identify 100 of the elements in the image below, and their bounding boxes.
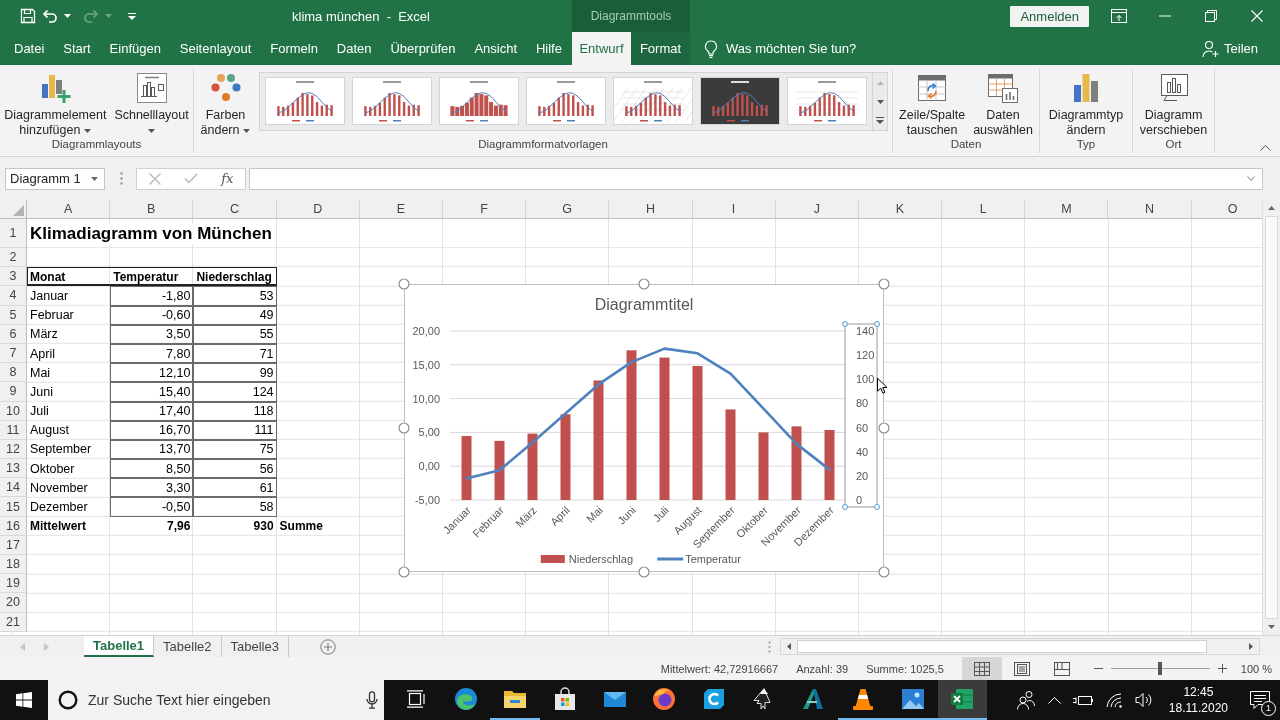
view-button[interactable]: [961, 657, 1002, 680]
line-caret-icon[interactable]: [128, 12, 136, 20]
vertical-dots-icon[interactable]: [768, 640, 771, 653]
close-icon[interactable]: [1251, 10, 1263, 22]
add-sheet-icon[interactable]: [319, 638, 336, 655]
zoom-in-icon[interactable]: [1217, 664, 1227, 673]
row-header[interactable]: 9: [0, 382, 27, 402]
ribbon-tab[interactable]: Formeln: [262, 32, 326, 65]
microphone-icon[interactable]: [366, 691, 378, 709]
chart-style-thumbnail[interactable]: [613, 77, 694, 125]
zoom-level[interactable]: 100 %: [1240, 662, 1272, 675]
column-header[interactable]: O: [1191, 200, 1262, 219]
row-header[interactable]: 8: [0, 363, 27, 383]
scroll-down-icon[interactable]: [1268, 625, 1275, 629]
resize-handle-icon[interactable]: [878, 422, 890, 434]
change-chart-type-button[interactable]: Diagrammtyp ändern: [1045, 71, 1127, 138]
sign-in-button[interactable]: Anmelden: [1010, 5, 1089, 27]
horizontal-scrollbar[interactable]: [780, 638, 1260, 655]
column-header[interactable]: B: [110, 200, 194, 219]
ribbon-tab[interactable]: Einfügen: [101, 32, 169, 65]
row-header[interactable]: 13: [0, 459, 27, 479]
column-header[interactable]: F: [442, 200, 527, 219]
row-header[interactable]: 2: [0, 248, 27, 268]
ribbon-tab[interactable]: Seitenlayout: [171, 32, 260, 65]
chevron-up-icon[interactable]: [1260, 145, 1271, 151]
row-header[interactable]: 20: [0, 593, 27, 613]
switch-row-column-button[interactable]: Zeile/Spalte tauschen: [896, 71, 969, 138]
column-header[interactable]: C: [193, 200, 277, 219]
resize-handle-icon[interactable]: [878, 278, 890, 290]
people-icon[interactable]: [1015, 690, 1036, 710]
ribbon-tab[interactable]: Format: [631, 32, 690, 65]
vertical-scrollbar[interactable]: [1262, 200, 1280, 635]
chart-style-thumbnail[interactable]: [526, 77, 607, 125]
resize-handle-icon[interactable]: [398, 278, 410, 290]
ribbon-tab[interactable]: Hilfe: [527, 32, 570, 65]
ribbon-tab[interactable]: Ansicht: [466, 32, 526, 65]
speaker-icon[interactable]: [1134, 692, 1153, 708]
windows-logo-icon[interactable]: [16, 692, 32, 708]
chart-style-thumbnail[interactable]: [700, 77, 781, 125]
scroll-left-icon[interactable]: [787, 643, 791, 650]
caret-icon[interactable]: [91, 176, 98, 181]
clock-time[interactable]: 12:45: [1183, 684, 1214, 700]
chart-style-thumbnail[interactable]: [352, 77, 433, 125]
row-header[interactable]: 3: [0, 267, 27, 287]
clock-date[interactable]: 18.11.2020: [1168, 700, 1228, 716]
vertical-dots-icon[interactable]: [120, 172, 123, 185]
resize-handle-icon[interactable]: [398, 566, 410, 578]
chart-style-thumbnail[interactable]: [439, 77, 520, 125]
formula-input[interactable]: [249, 167, 1263, 190]
wifi-icon[interactable]: [1104, 692, 1123, 708]
scrollbar-thumb[interactable]: [797, 640, 1207, 653]
scroll-right-icon[interactable]: [1249, 643, 1253, 650]
scroll-down-icon[interactable]: [876, 99, 884, 104]
row-header[interactable]: 14: [0, 478, 27, 498]
column-header[interactable]: G: [526, 200, 610, 219]
row-header[interactable]: 4: [0, 286, 27, 306]
search-bar[interactable]: Zur Suche Text hier eingeben: [48, 680, 384, 720]
column-header[interactable]: K: [858, 200, 943, 219]
battery-icon[interactable]: [1072, 694, 1093, 706]
row-header[interactable]: 19: [0, 574, 27, 594]
column-header[interactable]: N: [1108, 200, 1192, 219]
selection-handle-icon[interactable]: [842, 321, 848, 327]
taskbar-button[interactable]: [937, 680, 988, 720]
change-colors-button[interactable]: Farben ändern: [197, 71, 254, 138]
column-header[interactable]: E: [359, 200, 443, 219]
chart-style-thumbnail[interactable]: [787, 77, 868, 125]
selection-handle-icon[interactable]: [874, 321, 880, 327]
column-header[interactable]: J: [775, 200, 859, 219]
resize-handle-icon[interactable]: [638, 278, 650, 290]
select-data-button[interactable]: Daten auswählen: [970, 71, 1036, 138]
column-header[interactable]: A: [27, 200, 111, 219]
ribbon-tab[interactable]: Überprüfen: [382, 32, 464, 65]
restore-icon[interactable]: [1205, 10, 1217, 22]
row-header[interactable]: 1: [0, 219, 27, 248]
save-icon[interactable]: [20, 8, 36, 24]
resize-handle-icon[interactable]: [638, 566, 650, 578]
move-chart-button[interactable]: Diagramm verschieben: [1136, 71, 1211, 138]
line-caret-icon[interactable]: [876, 117, 885, 124]
column-header[interactable]: H: [609, 200, 693, 219]
tell-me-box[interactable]: Was möchten Sie tun?: [704, 39, 857, 58]
notification-icon[interactable]: [1250, 690, 1270, 710]
row-header[interactable]: 18: [0, 555, 27, 575]
scrollbar-thumb[interactable]: [1265, 216, 1278, 619]
row-header[interactable]: 15: [0, 497, 27, 517]
quick-layout-button[interactable]: Schnelllayout: [111, 71, 192, 138]
undo-icon[interactable]: [42, 8, 58, 24]
caret-icon[interactable]: [64, 14, 71, 18]
insert-function-button[interactable]: fx: [221, 171, 234, 186]
axis-selection-frame[interactable]: [844, 323, 878, 508]
ribbon-tab[interactable]: Start: [55, 32, 99, 65]
search-field[interactable]: Zur Suche Text hier eingeben: [88, 692, 356, 708]
selection-handle-icon[interactable]: [874, 504, 880, 510]
column-header[interactable]: I: [692, 200, 776, 219]
worksheet-grid[interactable]: [0, 200, 1262, 635]
chart-style-thumbnail[interactable]: [265, 77, 346, 125]
zoom-slider-thumb[interactable]: [1158, 662, 1163, 675]
sheet-tab[interactable]: Tabelle1: [84, 636, 155, 657]
column-header[interactable]: M: [1025, 200, 1109, 219]
selection-handle-icon[interactable]: [842, 504, 848, 510]
column-header[interactable]: D: [276, 200, 360, 219]
